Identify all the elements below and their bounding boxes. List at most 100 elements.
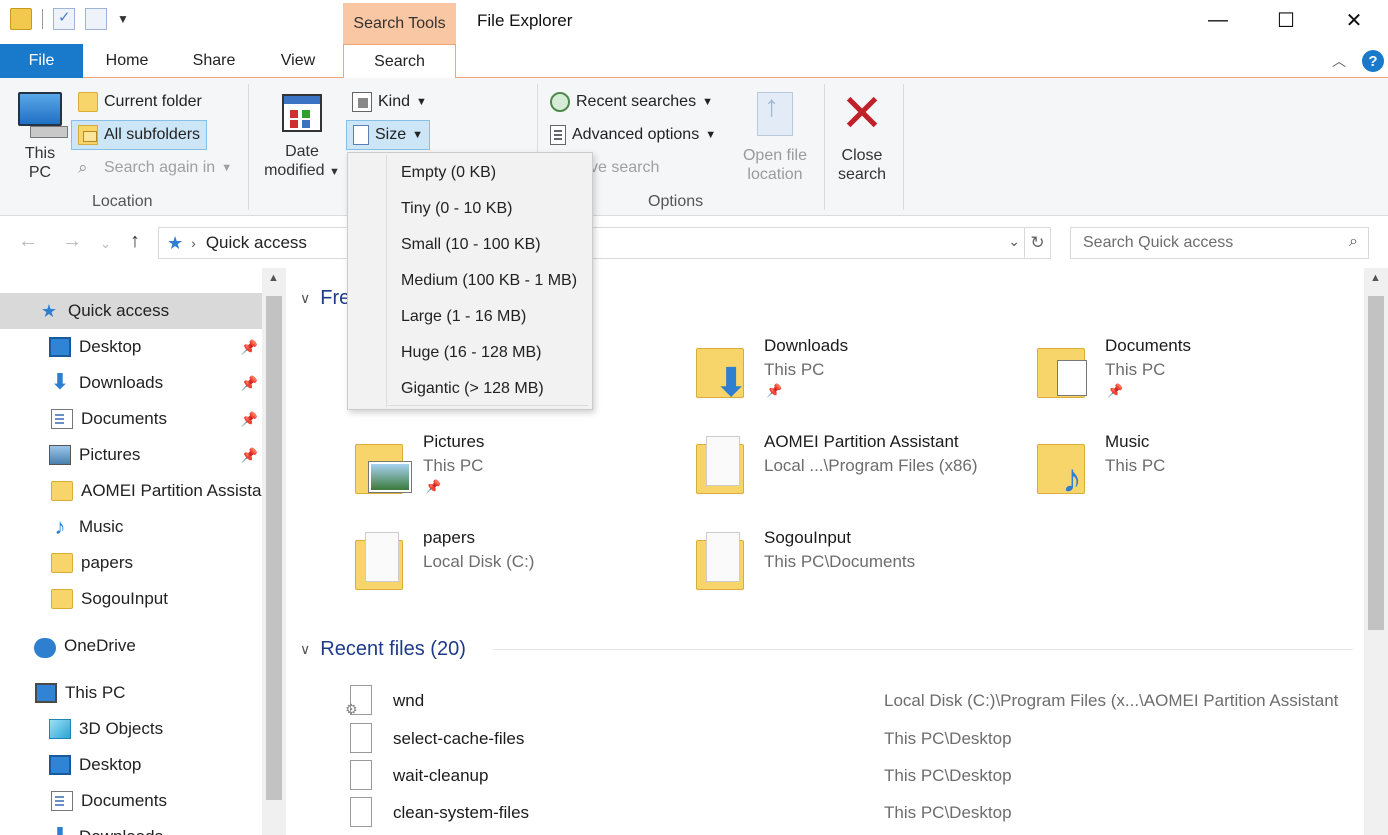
back-arrow-icon[interactable]: ← [18, 230, 38, 253]
folder-icon [51, 589, 73, 609]
content-scrollbar[interactable]: ▲ [1364, 268, 1388, 835]
recent-file-row[interactable]: wait-cleanup This PC\Desktop [346, 757, 1356, 794]
customize-toolbar-dropdown-icon[interactable]: ▼ [117, 12, 129, 26]
frequent-folder-tile[interactable]: SogouInput This PC\Documents [696, 528, 1016, 604]
tab-search[interactable]: Search [343, 44, 456, 79]
this-pc-button[interactable]: This PC [12, 92, 68, 182]
nav-item-pc-downloads[interactable]: ⬇ Downloads [0, 819, 262, 835]
tab-file[interactable]: File [0, 44, 83, 78]
size-option-large[interactable]: Large (1 - 16 MB) [401, 302, 526, 332]
properties-icon[interactable] [53, 8, 75, 30]
nav-scrollbar[interactable]: ▲ [262, 268, 286, 835]
tile-name: Pictures [423, 432, 485, 451]
recent-file-row[interactable]: select-cache-files This PC\Desktop [346, 720, 1356, 757]
nav-item-music[interactable]: ♪ Music [0, 509, 262, 545]
address-bar[interactable]: ★ › Quick access ⌄ ↻ [158, 227, 1051, 259]
tab-home[interactable]: Home [92, 44, 162, 78]
window-title: File Explorer [477, 11, 573, 30]
chevron-down-icon[interactable]: ∨ [300, 641, 310, 658]
toolbar-separator [42, 9, 43, 29]
search-input[interactable] [1083, 234, 1333, 252]
nav-item-papers[interactable]: papers [0, 545, 262, 581]
nav-item-3d-objects[interactable]: 3D Objects [0, 711, 262, 747]
open-file-location-label-line2: location [747, 166, 803, 183]
frequent-folder-tile[interactable]: Documents This PC 📌 [1037, 336, 1357, 412]
search-box[interactable]: ⌕ [1070, 227, 1369, 259]
new-folder-icon[interactable] [85, 8, 107, 30]
close-window-button[interactable]: ✕ [1320, 0, 1388, 40]
tab-view[interactable]: View [266, 44, 330, 78]
date-modified-button[interactable]: Date modified ▼ [258, 94, 346, 182]
computer-icon [18, 92, 68, 138]
nav-item-pc-desktop[interactable]: Desktop [0, 747, 262, 783]
recent-file-row[interactable]: clean-system-files This PC\Desktop [346, 794, 1356, 831]
size-icon [353, 125, 369, 145]
maximize-button[interactable]: ☐ [1252, 0, 1320, 40]
frequent-folder-tile[interactable]: AOMEI Partition Assistant Local ...\Prog… [696, 432, 1016, 508]
frequent-folder-tile[interactable]: ♪ Music This PC [1037, 432, 1357, 508]
frequent-folder-tile[interactable]: ⬇ Downloads This PC 📌 [696, 336, 1016, 412]
size-option-gigantic[interactable]: Gigantic (> 128 MB) [401, 374, 544, 404]
download-arrow-icon: ⬇ [49, 825, 71, 835]
size-option-medium[interactable]: Medium (100 KB - 1 MB) [401, 266, 577, 296]
kind-button[interactable]: Kind ▼ [346, 87, 433, 117]
address-dropdown-icon[interactable]: ⌄ [1008, 233, 1020, 250]
recent-searches-button[interactable]: Recent searches ▼ [544, 87, 719, 117]
breadcrumb-chevron-icon[interactable]: › [191, 235, 196, 251]
folder-icon [51, 553, 73, 573]
frequent-folders-header[interactable]: ∨ Fre [300, 283, 350, 313]
scrollbar-thumb[interactable] [266, 296, 282, 800]
scrollbar-thumb[interactable] [1368, 296, 1384, 630]
nav-item-this-pc[interactable]: This PC [0, 675, 262, 711]
close-search-button[interactable]: ✕ Close search [830, 88, 894, 184]
recent-files-header[interactable]: ∨ Recent files (20) [300, 634, 466, 664]
search-icon[interactable]: ⌕ [1349, 233, 1358, 251]
nav-item-quick-access[interactable]: ★ Quick access [0, 293, 262, 329]
help-icon[interactable]: ? [1362, 50, 1384, 72]
all-subfolders-button[interactable]: All subfolders [71, 120, 208, 150]
nav-item-documents[interactable]: Documents 📌 [0, 401, 262, 437]
nav-item-onedrive[interactable]: OneDrive [0, 628, 262, 664]
save-search-label: ve search [590, 159, 660, 176]
kind-label: Kind [378, 93, 411, 110]
collapse-ribbon-icon[interactable]: ︿ [1332, 51, 1346, 71]
size-option-tiny[interactable]: Tiny (0 - 10 KB) [401, 194, 512, 224]
all-subfolders-label: All subfolders [104, 126, 201, 143]
nav-item-desktop[interactable]: Desktop 📌 [0, 329, 262, 365]
size-button[interactable]: Size ▼ [346, 120, 431, 150]
navigation-pane: ★ Quick access Desktop 📌 ⬇ Downloads 📌 D… [0, 268, 288, 835]
current-folder-button[interactable]: Current folder [72, 87, 208, 117]
nav-item-pc-documents[interactable]: Documents [0, 783, 262, 819]
nav-item-label: Downloads [79, 827, 163, 835]
nav-item-downloads[interactable]: ⬇ Downloads 📌 [0, 365, 262, 401]
address-path[interactable]: Quick access [206, 233, 307, 253]
frequent-folder-tile[interactable]: papers Local Disk (C:) [355, 528, 675, 604]
file-location: Local Disk (C:)\Program Files (x...\AOME… [884, 691, 1339, 710]
pin-icon: 📌 [240, 410, 258, 427]
size-option-empty[interactable]: Empty (0 KB) [401, 158, 496, 188]
chevron-down-icon[interactable]: ∨ [300, 290, 310, 307]
recent-locations-chevron-icon[interactable]: ⌄ [100, 236, 111, 252]
size-option-small[interactable]: Small (10 - 100 KB) [401, 230, 541, 260]
advanced-options-button[interactable]: Advanced options ▼ [544, 120, 722, 150]
minimize-button[interactable]: — [1184, 0, 1252, 40]
refresh-icon[interactable]: ↻ [1024, 228, 1050, 258]
date-modified-label-line1: Date [285, 143, 319, 160]
recent-file-row[interactable]: ⚙ wnd Local Disk (C:)\Program Files (x..… [345, 682, 1356, 719]
nav-item-sogouinput[interactable]: SogouInput [0, 581, 262, 617]
scroll-up-icon[interactable]: ▲ [268, 272, 279, 284]
pin-icon: 📌 [240, 374, 258, 391]
scroll-up-icon[interactable]: ▲ [1370, 272, 1381, 284]
size-option-huge[interactable]: Huge (16 - 128 MB) [401, 338, 542, 368]
tile-location: This PC [423, 456, 484, 475]
address-row: ← → ⌄ ↑ ★ › Quick access ⌄ ↻ ⌕ [0, 216, 1388, 268]
up-arrow-icon[interactable]: ↑ [130, 230, 140, 253]
forward-arrow-icon[interactable]: → [62, 230, 82, 253]
frequent-folder-tile[interactable]: Pictures This PC 📌 [355, 432, 675, 508]
tile-location: Local Disk (C:) [423, 552, 535, 571]
date-modified-label-line2: modified [264, 162, 325, 179]
nav-item-pictures[interactable]: Pictures 📌 [0, 437, 262, 473]
tab-share[interactable]: Share [180, 44, 248, 78]
file-icon [350, 797, 372, 827]
nav-item-aomei[interactable]: AOMEI Partition Assista [0, 473, 262, 509]
